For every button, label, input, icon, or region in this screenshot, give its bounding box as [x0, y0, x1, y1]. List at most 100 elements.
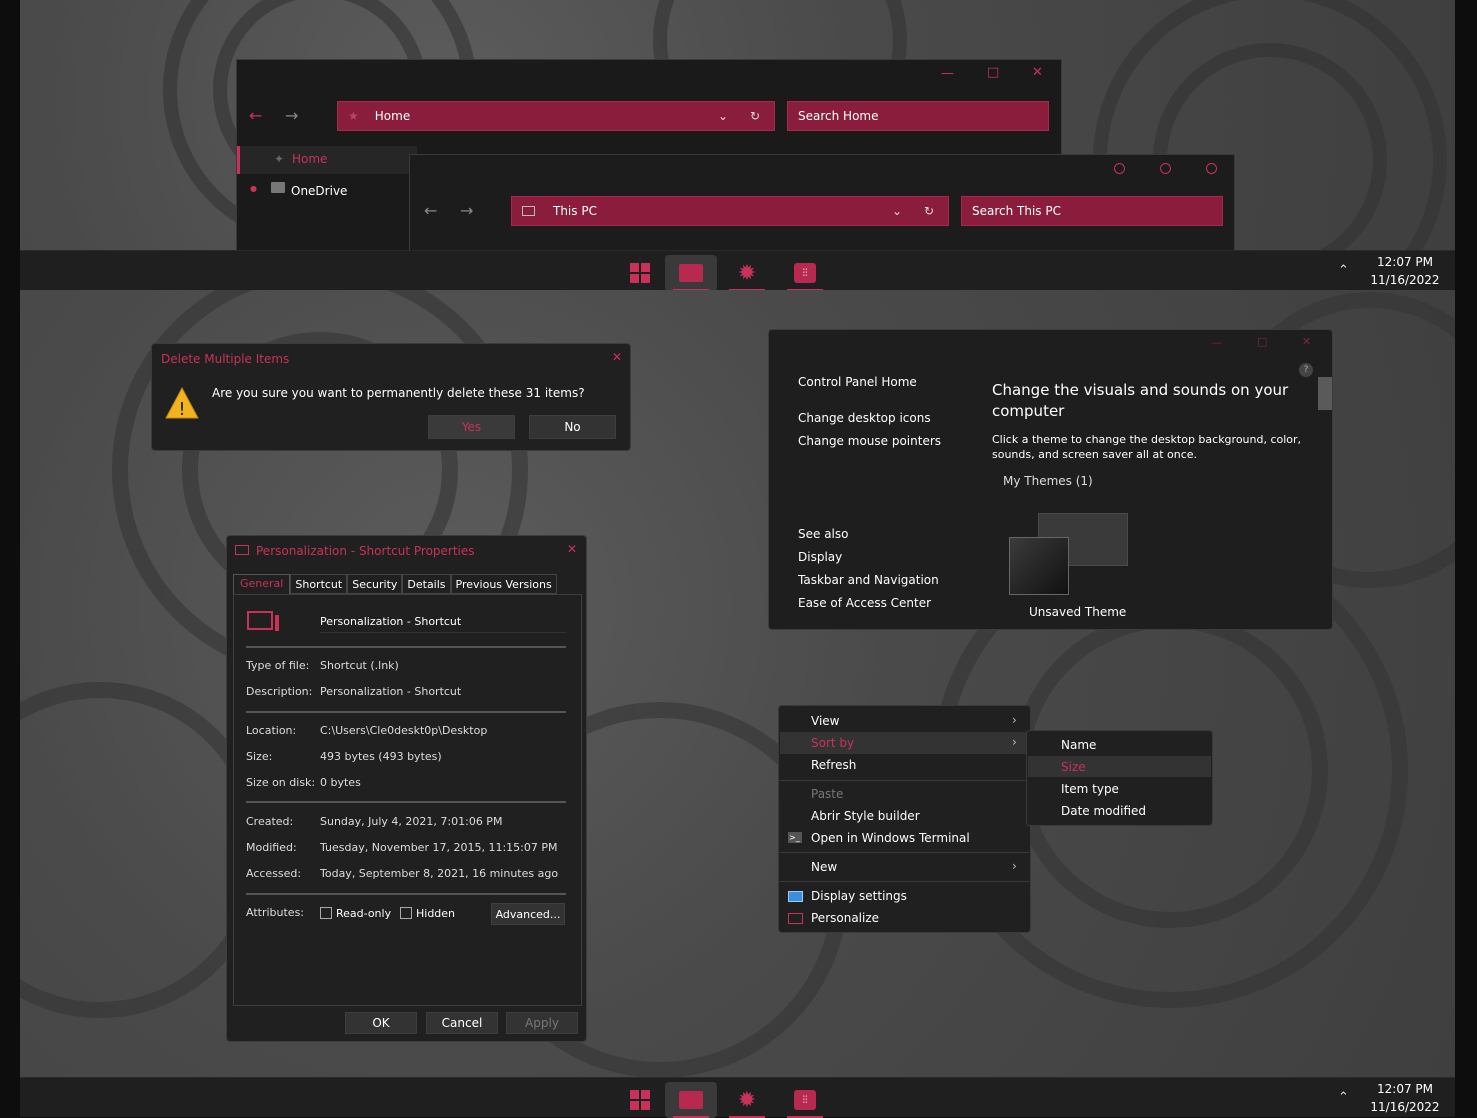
modified-value: Tuesday, November 17, 2015, 11:15:07 PM — [320, 841, 558, 854]
refresh-icon[interactable]: ↻ — [924, 204, 934, 218]
taskbar-mixer[interactable]: ⫶⫶ — [779, 255, 831, 291]
menu-item-new[interactable]: New — [811, 860, 837, 874]
menu-item-personalize[interactable]: Personalize — [811, 911, 879, 925]
tray-chevron-icon[interactable]: ⌃ — [1338, 1090, 1349, 1105]
readonly-checkbox[interactable] — [320, 907, 332, 919]
taskbar-navigation-link[interactable]: Taskbar and Navigation — [798, 573, 939, 587]
gear-icon: ✹ — [737, 1087, 757, 1113]
close-button[interactable]: ✕ — [567, 542, 577, 556]
separator — [246, 893, 566, 895]
sidebar-item-onedrive[interactable]: ● OneDrive — [237, 180, 417, 204]
menu-item-open-terminal[interactable]: Open in Windows Terminal — [811, 831, 970, 845]
start-button[interactable] — [614, 1082, 666, 1118]
type-value: Shortcut (.lnk) — [320, 659, 399, 672]
start-button[interactable] — [614, 255, 666, 291]
change-mouse-pointers-link[interactable]: Change mouse pointers — [798, 434, 941, 448]
windows-logo-icon — [630, 263, 650, 283]
advanced-button[interactable]: Advanced... — [491, 903, 565, 925]
windows-logo-icon — [630, 1090, 650, 1110]
minimize-button[interactable] — [1114, 163, 1125, 174]
size-on-disk-label: Size on disk: — [246, 776, 316, 789]
menu-item-view[interactable]: View — [811, 714, 839, 728]
created-value: Sunday, July 4, 2021, 7:01:06 PM — [320, 815, 503, 828]
size-value: 493 bytes (493 bytes) — [320, 750, 442, 763]
chevron-down-icon[interactable]: ⌄ — [892, 204, 902, 218]
personalize-icon — [788, 913, 803, 924]
tab-general[interactable]: General — [233, 574, 291, 594]
back-arrow-icon[interactable]: ← — [249, 106, 262, 125]
apply-button[interactable]: Apply — [506, 1012, 578, 1034]
taskbar-bottom: ✹ ⫶⫶ ⌃ 12:07 PM 11/16/2022 — [20, 1077, 1455, 1118]
change-desktop-icons-link[interactable]: Change desktop icons — [798, 411, 931, 425]
search-input[interactable]: Search This PC — [961, 196, 1223, 226]
search-placeholder: Search This PC — [972, 204, 1061, 218]
tab-shortcut[interactable]: Shortcut — [290, 574, 348, 594]
forward-arrow-icon[interactable]: → — [460, 201, 473, 220]
svg-text:!: ! — [178, 399, 185, 420]
clock-date: 11/16/2022 — [1370, 273, 1440, 287]
refresh-icon[interactable]: ↻ — [750, 109, 760, 123]
folder-icon — [679, 264, 703, 282]
explorer-window-thispc: ← → This PC ⌄ ↻ Search This PC — [409, 154, 1235, 250]
forward-arrow-icon[interactable]: → — [285, 106, 298, 125]
taskbar-file-explorer[interactable] — [665, 1082, 717, 1118]
help-icon[interactable]: ? — [1299, 363, 1313, 377]
size-on-disk-value: 0 bytes — [320, 776, 361, 789]
close-button[interactable]: ✕ — [612, 350, 622, 364]
taskbar-mixer[interactable]: ⫶⫶ — [779, 1082, 831, 1118]
close-button[interactable]: ✕ — [1032, 65, 1043, 80]
chevron-down-icon[interactable]: ⌄ — [718, 109, 728, 123]
sidebar-item-home[interactable]: ✦ Home — [237, 146, 417, 174]
hidden-checkbox[interactable] — [400, 907, 412, 919]
ok-button[interactable]: OK — [345, 1012, 417, 1034]
address-bar[interactable]: This PC ⌄ ↻ — [511, 196, 949, 226]
theme-thumbnail[interactable] — [1008, 510, 1130, 600]
menu-item-paste[interactable]: Paste — [811, 787, 843, 801]
minimize-button[interactable]: — — [1211, 336, 1222, 349]
minimize-button[interactable]: — — [941, 66, 954, 81]
menu-item-display-settings[interactable]: Display settings — [811, 889, 907, 903]
equalizer-icon: ⫶⫶ — [794, 1090, 816, 1110]
clock-time: 12:07 PM — [1377, 255, 1433, 269]
taskbar-settings[interactable]: ✹ — [721, 255, 773, 291]
clock[interactable]: 12:07 PM 11/16/2022 — [1360, 1080, 1450, 1116]
tab-security[interactable]: Security — [347, 574, 403, 594]
cancel-button[interactable]: Cancel — [426, 1012, 498, 1034]
search-input[interactable]: Search Home — [787, 101, 1049, 131]
maximize-button[interactable]: □ — [1257, 335, 1267, 348]
menu-item-abrir-style-builder[interactable]: Abrir Style builder — [811, 809, 920, 823]
address-bar[interactable]: ★ Home ⌄ ↻ — [337, 101, 775, 131]
maximize-button[interactable]: □ — [987, 65, 999, 80]
monitor-icon — [235, 545, 249, 555]
close-button[interactable] — [1206, 163, 1217, 174]
tray-chevron-icon[interactable]: ⌃ — [1338, 263, 1349, 278]
clock[interactable]: 12:07 PM 11/16/2022 — [1360, 253, 1450, 289]
menu-separator — [780, 780, 1029, 781]
sort-by-size-highlight[interactable] — [1028, 756, 1211, 777]
expand-dot-icon: ● — [250, 184, 257, 193]
shortcut-name[interactable]: Personalization - Shortcut — [320, 615, 566, 633]
no-button[interactable]: No — [529, 415, 616, 439]
taskbar-file-explorer[interactable] — [665, 255, 717, 291]
close-button[interactable]: ✕ — [1302, 335, 1311, 348]
separator — [246, 646, 566, 648]
my-themes-heading: My Themes (1) — [1003, 474, 1093, 488]
tab-details[interactable]: Details — [402, 574, 451, 594]
back-arrow-icon[interactable]: ← — [424, 201, 437, 220]
search-placeholder: Search Home — [798, 109, 879, 123]
sort-by-date-modified[interactable]: Date modified — [1061, 804, 1146, 818]
tab-previous-versions[interactable]: Previous Versions — [450, 574, 557, 594]
yes-button[interactable]: Yes — [428, 415, 515, 439]
ease-of-access-link[interactable]: Ease of Access Center — [798, 596, 931, 610]
sort-by-item-type[interactable]: Item type — [1061, 782, 1119, 796]
maximize-button[interactable] — [1160, 163, 1171, 174]
menu-item-refresh[interactable]: Refresh — [811, 758, 856, 772]
sort-by-name[interactable]: Name — [1061, 738, 1096, 752]
control-panel-home-link[interactable]: Control Panel Home — [798, 375, 917, 389]
tab-panel — [233, 594, 582, 1006]
scrollbar-thumb[interactable] — [1318, 377, 1332, 410]
menu-separator — [780, 852, 1029, 853]
menu-item-sort-by-label: Sort by — [811, 736, 855, 750]
display-link[interactable]: Display — [798, 550, 842, 564]
taskbar-settings[interactable]: ✹ — [721, 1082, 773, 1118]
